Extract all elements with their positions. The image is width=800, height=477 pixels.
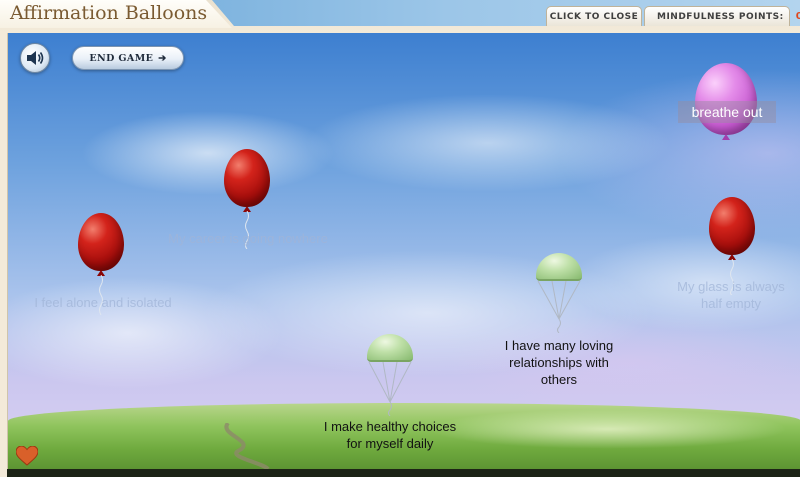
purple-balloon[interactable] xyxy=(695,63,757,135)
breathe-prompt: breathe out xyxy=(678,101,776,123)
close-button[interactable]: CLICK TO CLOSE xyxy=(546,6,642,26)
sun-glow xyxy=(428,409,788,449)
dirt-path xyxy=(224,423,270,469)
heart-icon xyxy=(16,446,38,466)
positive-affirmation: I make healthy choices for myself daily xyxy=(323,419,457,451)
game-stage: END GAME ➔ I feel alone and isolated My … xyxy=(7,33,800,469)
points-label: MINDFULNESS POINTS: xyxy=(657,11,784,22)
mindfulness-points-panel: MINDFULNESS POINTS: 0 xyxy=(644,6,800,26)
speaker-icon xyxy=(27,51,44,65)
sound-toggle-button[interactable] xyxy=(20,43,50,73)
red-balloon[interactable] xyxy=(78,213,124,271)
end-game-button[interactable]: END GAME ➔ xyxy=(72,46,184,70)
red-balloon[interactable] xyxy=(224,149,270,207)
negative-affirmation: My career is going nowhere xyxy=(168,231,328,246)
app-title: Affirmation Balloons xyxy=(10,2,208,24)
parachute[interactable] xyxy=(367,334,413,362)
positive-affirmation: I have many loving relationships with ot… xyxy=(504,338,614,387)
end-game-label: END GAME xyxy=(89,52,154,64)
parachute-lines xyxy=(537,281,581,333)
negative-affirmation: I feel alone and isolated xyxy=(34,295,172,310)
parachute[interactable] xyxy=(536,253,582,281)
red-balloon[interactable] xyxy=(709,197,755,255)
points-value: 0 xyxy=(795,11,800,22)
parachute-lines xyxy=(368,362,412,416)
negative-affirmation: My glass is always half empty xyxy=(677,279,785,311)
arrow-right-icon: ➔ xyxy=(158,52,167,64)
bottom-bar xyxy=(7,469,800,477)
